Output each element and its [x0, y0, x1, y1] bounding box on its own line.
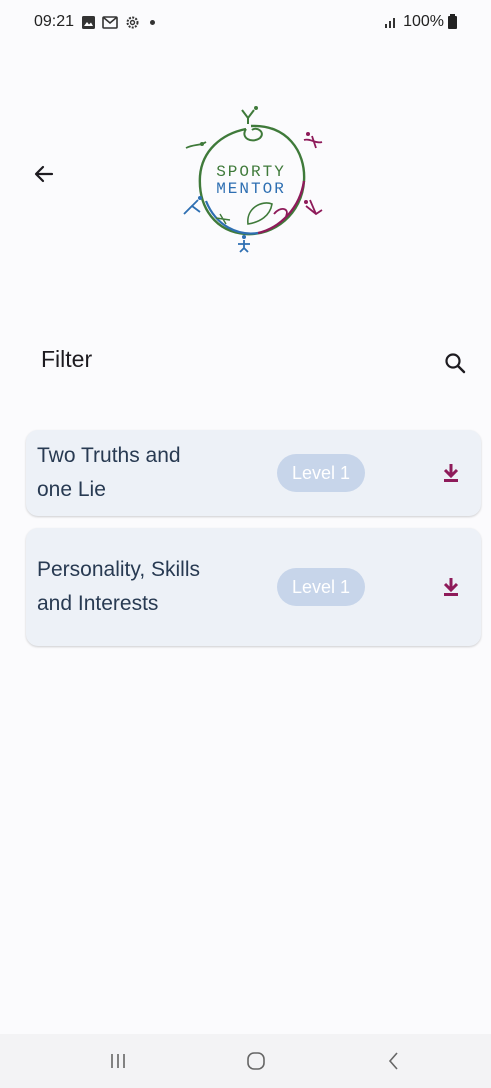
logo-line2: MENTOR	[216, 180, 286, 198]
level-badge: Level 1	[277, 454, 365, 492]
status-bar: 09:21 100%	[0, 0, 491, 44]
gallery-icon	[80, 14, 96, 30]
activity-card[interactable]: Personality, Skills and Interests Level …	[26, 528, 481, 646]
search-button[interactable]	[438, 346, 472, 380]
battery-icon	[448, 13, 457, 29]
back-button[interactable]	[28, 158, 60, 190]
notification-dot-icon	[150, 19, 156, 25]
download-icon	[443, 464, 459, 482]
arrow-back-icon	[34, 165, 54, 183]
back-nav-button[interactable]	[364, 1034, 424, 1088]
status-time: 09:21	[34, 13, 75, 30]
activity-card[interactable]: Two Truths and one Lie Level 1	[26, 430, 481, 516]
download-icon	[443, 578, 459, 596]
chevron-left-icon	[388, 1052, 398, 1070]
sporty-mentor-logo: SPORTY MENTOR	[176, 96, 326, 256]
activity-title: Two Truths and one Lie	[37, 444, 181, 501]
level-badge: Level 1	[277, 568, 365, 606]
gmail-icon	[102, 14, 118, 30]
settings-icon	[124, 14, 140, 30]
home-icon	[247, 1052, 265, 1070]
filter-label: Filter	[41, 346, 93, 372]
download-button[interactable]	[436, 572, 466, 602]
download-button[interactable]	[436, 458, 466, 488]
recent-apps-icon	[111, 1054, 125, 1068]
recent-apps-button[interactable]	[88, 1034, 148, 1088]
activity-title: Personality, Skills and Interests	[37, 558, 200, 615]
status-right: 100%	[383, 13, 457, 31]
search-icon	[445, 353, 466, 374]
home-button[interactable]	[226, 1034, 286, 1088]
system-nav-bar	[0, 1034, 491, 1088]
logo-line1: SPORTY	[216, 163, 286, 181]
signal-icon	[383, 14, 399, 30]
battery-level: 100%	[403, 13, 444, 30]
status-left: 09:21	[34, 13, 156, 31]
activity-list: Two Truths and one Lie Level 1 Personali…	[26, 430, 481, 658]
